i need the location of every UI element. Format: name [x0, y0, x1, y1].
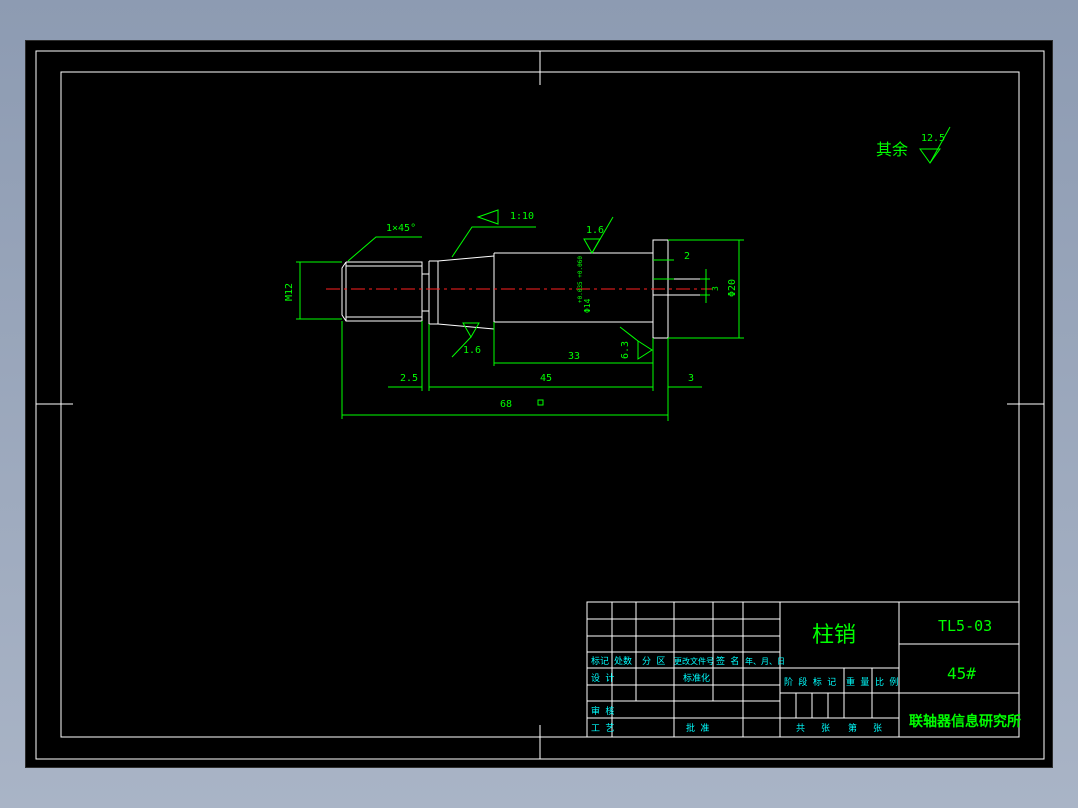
- taper-label: 1:10: [510, 211, 534, 222]
- header-change-doc: 更改文件号: [674, 656, 714, 666]
- role-standardize: 标准化: [683, 672, 710, 684]
- dim-33-label: 33: [568, 351, 580, 362]
- role-approve: 批 准: [686, 722, 709, 734]
- sheet-unit-1: 张: [821, 723, 830, 734]
- header-mark: 标记: [591, 655, 609, 667]
- header-signature: 签 名: [716, 655, 739, 667]
- scale-label: 比 例: [875, 676, 898, 688]
- sheet-total: 共: [796, 723, 805, 734]
- dim-45-label: 45: [540, 373, 552, 384]
- rest-roughness-value: 12.5: [921, 133, 945, 144]
- header-zone: 分 区: [642, 656, 665, 667]
- bore-dia-label: Φ14: [583, 298, 592, 313]
- stage-mark-label: 阶 段 标 记: [784, 676, 836, 688]
- thread-label: M12: [284, 283, 295, 301]
- sheet-unit-2: 张: [873, 723, 882, 734]
- part-name: 柱销: [812, 623, 856, 648]
- roughness-right-label: 6.3: [620, 341, 631, 359]
- dim-2-label: 2: [684, 251, 690, 262]
- institute-name: 联轴器信息研究所: [909, 713, 1021, 730]
- weight-label: 重 量: [846, 676, 869, 688]
- header-count: 处数: [614, 655, 632, 667]
- drawing-number: TL5-03: [938, 617, 992, 635]
- chamfer-label: 1×45°: [386, 223, 416, 234]
- cad-viewport[interactable]: 其余 12.5 1×45° 1:10 1.6 1.6 6.3 M12 Φ14 +…: [25, 40, 1053, 768]
- role-process: 工 艺: [591, 723, 614, 734]
- role-design: 设 计: [591, 672, 614, 684]
- material: 45#: [947, 664, 976, 683]
- sheet-number: 第: [848, 722, 857, 734]
- role-review: 审 核: [591, 705, 614, 717]
- dim-3-label: 3: [688, 373, 694, 384]
- roughness-top-label: 1.6: [586, 225, 604, 236]
- dim-68-label: 68: [500, 399, 512, 410]
- roughness-bottom-label: 1.6: [463, 345, 481, 356]
- bore-tol-label: +0.035 +0.060: [577, 256, 584, 303]
- drawing-sheet: 其余 12.5 1×45° 1:10 1.6 1.6 6.3 M12 Φ14 +…: [35, 50, 1045, 760]
- small-marker: [537, 399, 544, 406]
- rest-roughness-label: 其余: [876, 140, 908, 159]
- dia-20-label: Φ20: [727, 279, 738, 297]
- dim-2-5-label: 2.5: [400, 373, 418, 384]
- header-date: 年、月、日: [745, 656, 785, 666]
- dim-3-small-label: 3: [711, 286, 720, 291]
- dimension-lines: [296, 126, 951, 421]
